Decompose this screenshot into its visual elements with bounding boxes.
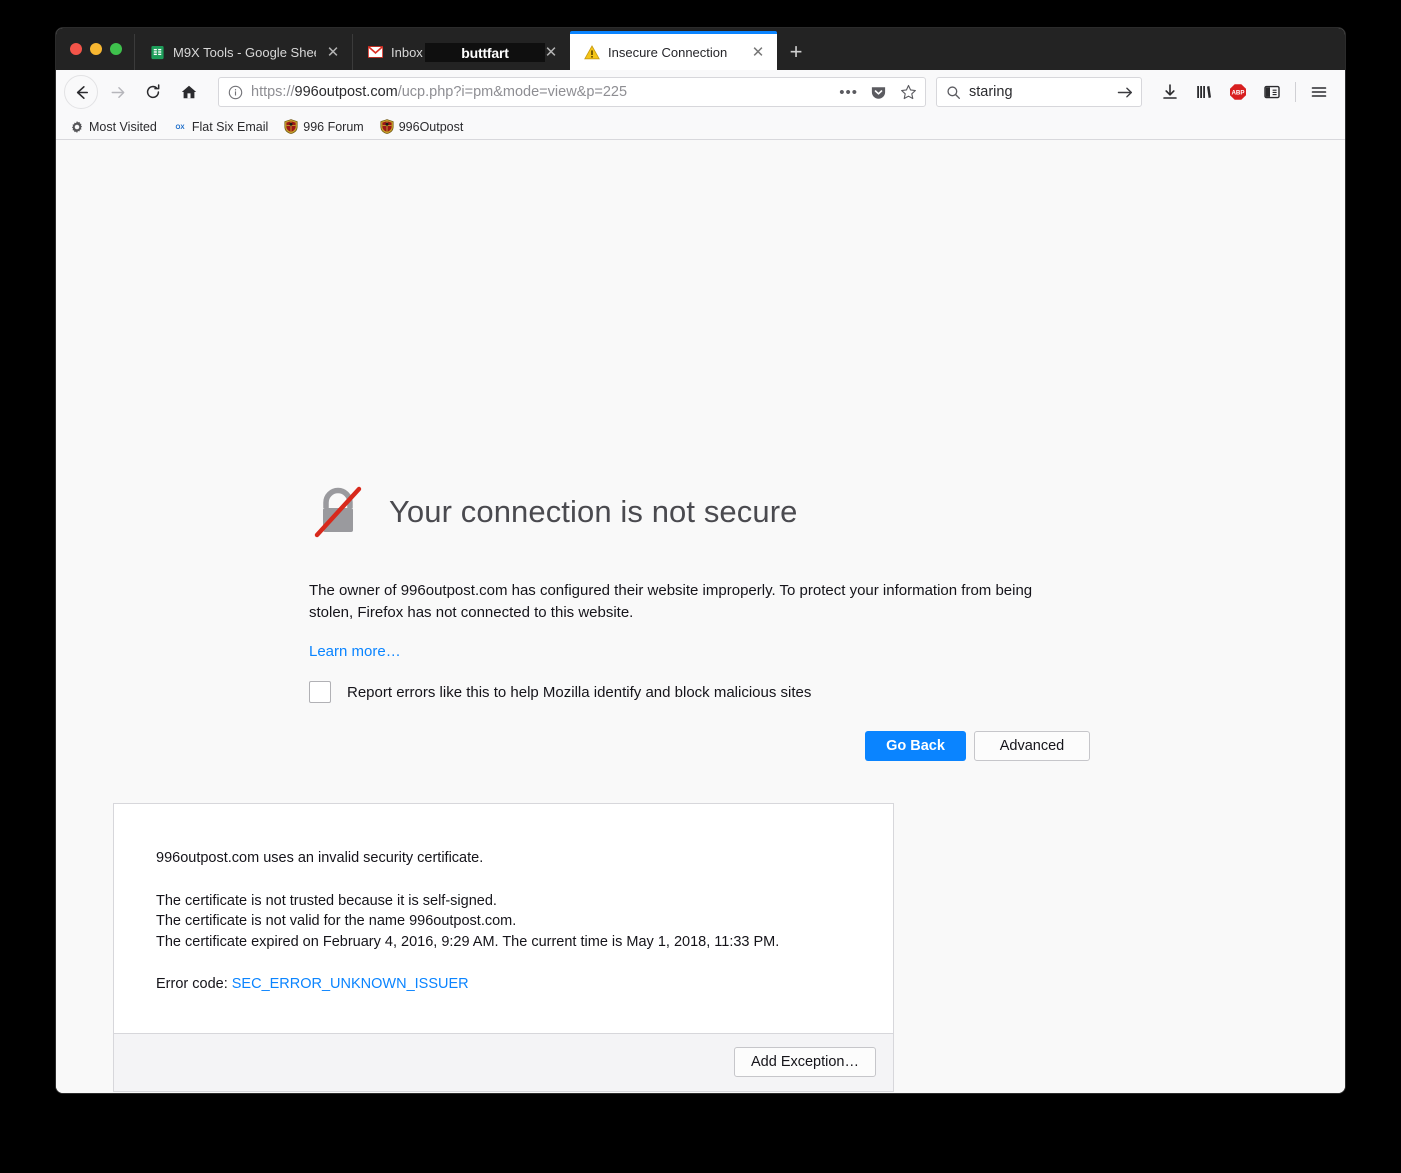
porsche-crest-icon: [380, 119, 394, 134]
redaction-text: buttfart: [461, 44, 509, 61]
url-text[interactable]: https://996outpost.com/ucp.php?i=pm&mode…: [251, 84, 831, 100]
certificate-summary: 996outpost.com uses an invalid security …: [156, 850, 484, 867]
page-actions-icon[interactable]: •••: [839, 84, 858, 101]
reload-button[interactable]: [136, 75, 170, 109]
ox-logo-icon: OX: [173, 120, 187, 134]
window-zoom-button[interactable]: [110, 43, 122, 55]
report-errors-checkbox[interactable]: [309, 681, 331, 704]
tab-google-sheets[interactable]: M9X Tools - Google Sheets ✕: [134, 34, 352, 70]
back-button[interactable]: [64, 75, 98, 109]
certificate-reason: The certificate is not valid for the nam…: [156, 913, 517, 930]
svg-text:ABP: ABP: [1231, 90, 1244, 97]
warning-triangle-icon: [584, 44, 600, 60]
search-go-button[interactable]: [1117, 85, 1134, 100]
toolbar-icon-group: ABP: [1154, 76, 1335, 108]
gmail-icon: [367, 44, 383, 60]
broken-lock-icon: [309, 483, 367, 541]
error-code-label: Error code:: [156, 976, 232, 993]
advanced-button[interactable]: Advanced: [974, 731, 1090, 762]
browser-window: M9X Tools - Google Sheets ✕ Inbox (1) - …: [56, 28, 1345, 1093]
menu-icon[interactable]: [1303, 76, 1335, 108]
bookmark-star-icon[interactable]: [900, 84, 917, 101]
info-icon[interactable]: [228, 85, 243, 100]
window-controls: [56, 28, 134, 70]
error-description: The owner of 996outpost.com has configur…: [309, 582, 1033, 622]
tab-insecure-connection[interactable]: Insecure Connection ✕: [570, 31, 777, 70]
navigation-toolbar: https://996outpost.com/ucp.php?i=pm&mode…: [56, 70, 1345, 114]
learn-more-link[interactable]: Learn more…: [309, 643, 401, 660]
report-errors-label: Report errors like this to help Mozilla …: [347, 683, 812, 701]
bookmark-996outpost[interactable]: 996Outpost: [380, 119, 464, 134]
bookmark-label: 996Outpost: [398, 119, 464, 134]
error-header: Your connection is not secure: [309, 483, 1094, 541]
download-icon[interactable]: [1154, 76, 1186, 108]
home-button[interactable]: [172, 75, 206, 109]
window-close-button[interactable]: [70, 43, 82, 55]
certificate-detail-panel: 996outpost.com uses an invalid security …: [113, 803, 894, 1092]
search-icon: [946, 85, 961, 100]
certificate-reasons: The certificate is not trusted because i…: [156, 891, 853, 953]
bookmark-most-visited[interactable]: Most Visited: [70, 120, 157, 134]
add-exception-button[interactable]: Add Exception…: [733, 1047, 876, 1078]
tab-title: Insecure Connection: [608, 44, 728, 60]
bookmark-label: 996 Forum: [303, 119, 364, 134]
adblock-plus-icon[interactable]: ABP: [1222, 76, 1254, 108]
gear-icon: [70, 120, 84, 134]
certificate-panel-footer: Add Exception…: [114, 1032, 893, 1091]
tab-gmail-inbox[interactable]: Inbox (1) - @gmail buttfart ✕: [352, 34, 570, 70]
toolbar-separator: [1295, 82, 1296, 102]
porsche-crest-icon: [284, 119, 298, 134]
tab-title: M9X Tools - Google Sheets: [173, 44, 316, 60]
insecure-connection-error-page: Your connection is not secure The owner …: [56, 140, 1345, 1092]
certificate-detail-body: 996outpost.com uses an invalid security …: [114, 804, 893, 1033]
tab-close-icon[interactable]: ✕: [324, 43, 342, 61]
bookmark-996-forum[interactable]: 996 Forum: [284, 119, 364, 134]
google-sheets-icon: [149, 44, 165, 60]
bookmark-label: Flat Six Email: [191, 119, 269, 134]
redacted-email-overlay: buttfart: [425, 43, 545, 62]
tab-close-icon[interactable]: ✕: [749, 43, 767, 61]
new-tab-button[interactable]: +: [777, 34, 815, 70]
forward-button[interactable]: [100, 75, 134, 109]
page-content: Your connection is not secure The owner …: [56, 140, 1345, 1093]
library-icon[interactable]: [1188, 76, 1220, 108]
window-minimize-button[interactable]: [90, 43, 102, 55]
page-title: Your connection is not secure: [389, 494, 798, 529]
sidebar-icon[interactable]: [1256, 76, 1288, 108]
search-bar[interactable]: staring: [936, 77, 1142, 107]
error-code-link[interactable]: SEC_ERROR_UNKNOWN_ISSUER: [232, 976, 469, 992]
go-back-button[interactable]: Go Back: [865, 731, 966, 762]
bookmarks-bar: Most Visited OX Flat Six Email 996 Forum…: [56, 114, 1345, 140]
svg-text:OX: OX: [175, 124, 185, 131]
search-input[interactable]: staring: [969, 84, 1109, 100]
report-errors-row[interactable]: Report errors like this to help Mozilla …: [309, 681, 1094, 704]
pocket-icon[interactable]: [870, 84, 887, 101]
bookmark-flat-six-email[interactable]: OX Flat Six Email: [173, 120, 268, 134]
certificate-reason: The certificate is not trusted because i…: [156, 892, 497, 909]
address-bar[interactable]: https://996outpost.com/ucp.php?i=pm&mode…: [218, 77, 926, 107]
bookmark-label: Most Visited: [89, 119, 157, 134]
error-code-row: Error code: SEC_ERROR_UNKNOWN_ISSUER: [156, 974, 853, 995]
tab-strip: M9X Tools - Google Sheets ✕ Inbox (1) - …: [56, 28, 1345, 70]
error-action-buttons: Go Back Advanced: [309, 731, 1090, 762]
certificate-reason: The certificate expired on February 4, 2…: [156, 933, 780, 950]
